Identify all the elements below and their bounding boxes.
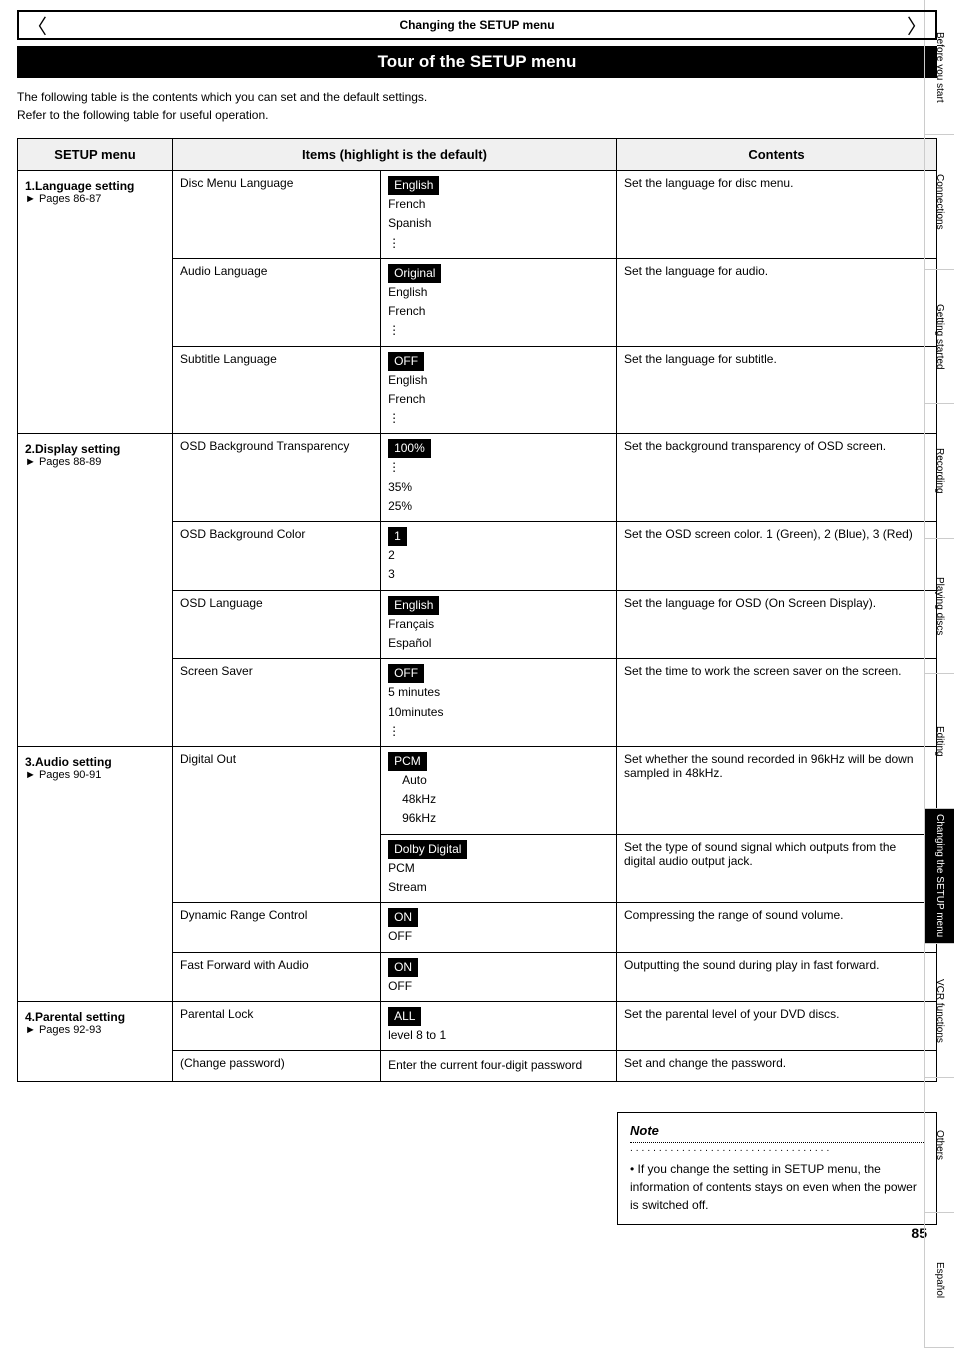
item-disc-menu-lang: Disc Menu Language [173, 171, 381, 259]
page-number: 85 [17, 1225, 937, 1241]
contents-audio-lang: Set the language for audio. [617, 258, 937, 346]
values-digital-out-pcm: PCM Auto 48kHz 96kHz [381, 746, 617, 834]
values-osd-color: 1 2 3 [381, 522, 617, 591]
contents-digital-out-pcm: Set whether the sound recorded in 96kHz … [617, 746, 937, 834]
values-dynamic-range: ON OFF [381, 903, 617, 952]
menu-language: 1.Language setting ► Pages 86-87 [18, 171, 173, 434]
sidebar-vcr-functions: VCR functions [925, 944, 954, 1079]
contents-osd-lang: Set the language for OSD (On Screen Disp… [617, 590, 937, 659]
note-text: • If you change the setting in SETUP men… [630, 1160, 924, 1214]
sidebar-espanol: Español [925, 1213, 954, 1348]
table-row: 1.Language setting ► Pages 86-87 Disc Me… [18, 171, 937, 259]
sidebar-changing-setup: Changing the SETUP menu [925, 809, 954, 944]
item-screen-saver: Screen Saver [173, 659, 381, 747]
item-change-password: (Change password) [173, 1051, 381, 1081]
item-osd-transparency: OSD Background Transparency [173, 434, 381, 522]
sidebar-recording: Recording [925, 404, 954, 539]
sidebar-editing: Editing [925, 674, 954, 809]
values-osd-lang: English Français Español [381, 590, 617, 659]
table-header-row: SETUP menu Items (highlight is the defau… [18, 139, 937, 171]
contents-change-password: Set and change the password. [617, 1051, 937, 1081]
menu-audio: 3.Audio setting ► Pages 90-91 [18, 746, 173, 1001]
sidebar-others: Others [925, 1078, 954, 1213]
contents-fast-forward-audio: Outputting the sound during play in fast… [617, 952, 937, 1001]
menu-display: 2.Display setting ► Pages 88-89 [18, 434, 173, 747]
values-digital-out-dolby: Dolby Digital PCM Stream [381, 834, 617, 903]
note-dots: ................................... [630, 1142, 924, 1154]
page-wrapper: Changing the SETUP menu Tour of the SETU… [17, 0, 937, 1251]
table-row: 3.Audio setting ► Pages 90-91 Digital Ou… [18, 746, 937, 834]
values-audio-lang: Original English French ⋮ [381, 258, 617, 346]
item-audio-lang: Audio Language [173, 258, 381, 346]
item-fast-forward-audio: Fast Forward with Audio [173, 952, 381, 1001]
col-header-contents: Contents [617, 139, 937, 171]
sidebar-playing-discs: Playing discs [925, 539, 954, 674]
item-dynamic-range: Dynamic Range Control [173, 903, 381, 952]
contents-disc-menu-lang: Set the language for disc menu. [617, 171, 937, 259]
contents-screen-saver: Set the time to work the screen saver on… [617, 659, 937, 747]
contents-dynamic-range: Compressing the range of sound volume. [617, 903, 937, 952]
values-subtitle-lang: OFF English French ⋮ [381, 346, 617, 434]
item-parental-lock: Parental Lock [173, 1001, 381, 1050]
main-title: Changing the SETUP menu [17, 10, 937, 40]
table-row: 4.Parental setting ► Pages 92-93 Parenta… [18, 1001, 937, 1050]
item-osd-lang: OSD Language [173, 590, 381, 659]
col-header-items: Items (highlight is the default) [173, 139, 617, 171]
contents-osd-color: Set the OSD screen color. 1 (Green), 2 (… [617, 522, 937, 591]
section-title: Tour of the SETUP menu [17, 46, 937, 78]
setup-table: SETUP menu Items (highlight is the defau… [17, 138, 937, 1082]
contents-subtitle-lang: Set the language for subtitle. [617, 346, 937, 434]
col-header-menu: SETUP menu [18, 139, 173, 171]
values-osd-transparency: 100% ⋮ 35% 25% [381, 434, 617, 522]
item-digital-out: Digital Out [173, 746, 381, 902]
contents-digital-out-dolby: Set the type of sound signal which outpu… [617, 834, 937, 903]
item-osd-color: OSD Background Color [173, 522, 381, 591]
sidebar-connections: Connections [925, 135, 954, 270]
contents-parental-lock: Set the parental level of your DVD discs… [617, 1001, 937, 1050]
sidebar-getting-started: Getting started [925, 270, 954, 405]
values-fast-forward-audio: ON OFF [381, 952, 617, 1001]
item-subtitle-lang: Subtitle Language [173, 346, 381, 434]
contents-osd-transparency: Set the background transparency of OSD s… [617, 434, 937, 522]
values-parental-lock: ALL level 8 to 1 [381, 1001, 617, 1050]
intro-text: The following table is the contents whic… [17, 88, 937, 124]
note-title: Note [630, 1123, 924, 1138]
menu-parental: 4.Parental setting ► Pages 92-93 [18, 1001, 173, 1081]
values-change-password: Enter the current four-digit password [381, 1051, 617, 1081]
values-disc-menu-lang: English French Spanish ⋮ [381, 171, 617, 259]
note-box: Note ...................................… [617, 1112, 937, 1225]
right-sidebar: Before you start Connections Getting sta… [924, 0, 954, 1348]
values-screen-saver: OFF 5 minutes 10minutes ⋮ [381, 659, 617, 747]
table-row: 2.Display setting ► Pages 88-89 OSD Back… [18, 434, 937, 522]
